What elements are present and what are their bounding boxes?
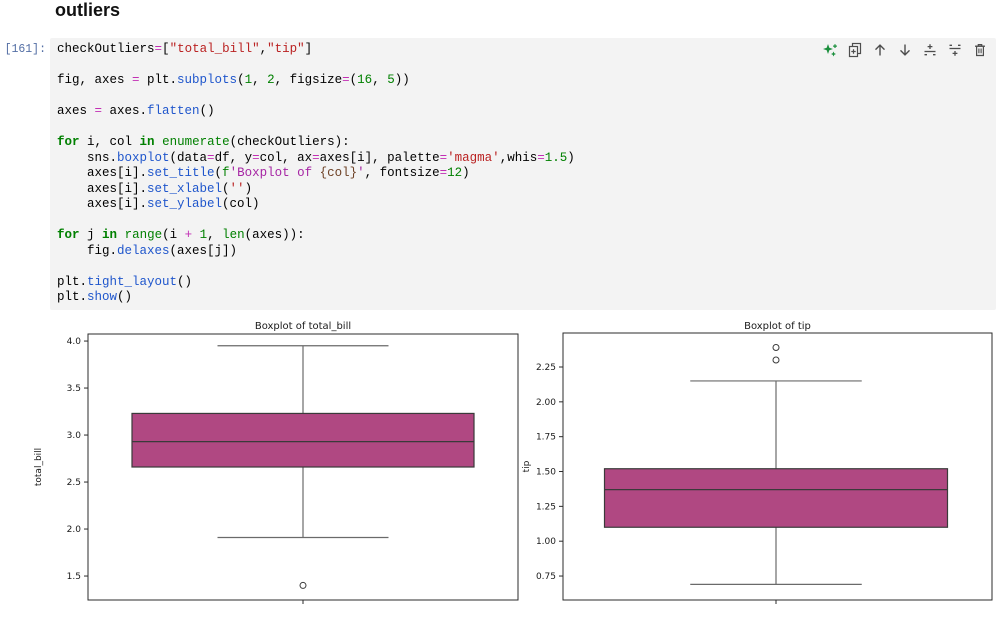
insert-cell-above-icon[interactable] [921,41,938,58]
outlier-point [299,581,307,589]
code-line: fig, axes = plt.subplots(1, 2, figsize=(… [57,73,410,87]
outlier-point [772,356,780,364]
y-axis-label: tip [522,460,532,472]
y-tick-label: 1.75 [536,433,556,443]
notebook-page: outliers [161]: checkOutliers=["total_bi… [0,0,1000,617]
y-tick-label: 1.00 [536,537,556,547]
code-editor[interactable]: checkOutliers=["total_bill","tip"] fig, … [57,42,989,308]
boxplot-figure-total_bill: 1.5 2.0 2.5 3.0 3.5 4.0 Boxplot of total_billt… [34,321,519,604]
y-tick-label: 2.5 [67,478,81,488]
code-line: plt.show() [57,290,133,304]
y-tick-label: 1.25 [536,502,556,512]
code-line: axes[i].set_xlabel('') [57,181,253,196]
delete-cell-icon[interactable] [971,41,988,58]
code-line: for j in range(i + 1, len(axes)): [57,228,305,242]
axes-spines [87,333,519,601]
y-tick-label: 3.5 [67,384,81,394]
move-cell-up-icon[interactable] [871,41,888,58]
code-cell[interactable]: checkOutliers=["total_bill","tip"] fig, … [50,38,996,310]
code-line: sns.boxplot(data=df, y=col, ax=axes[i], … [57,150,575,165]
execution-count: [161]: [4,43,46,56]
iqr-box [603,468,949,528]
code-line: plt.tight_layout() [57,274,193,289]
y-tick-label: 4.0 [67,337,82,347]
plot-title: Boxplot of tip [744,321,811,332]
code-line: axes[i].set_ylabel(col) [57,197,260,211]
markdown-heading: outliers [55,0,121,20]
ai-sparkle-icon[interactable] [821,41,838,58]
move-cell-down-icon[interactable] [896,41,913,58]
iqr-box [131,412,475,468]
duplicate-cell-icon[interactable] [846,41,863,58]
insert-cell-below-icon[interactable] [946,41,963,58]
y-tick-label: 1.5 [67,572,81,582]
cell-toolbar [821,41,988,58]
y-tick-label: 3.0 [67,431,82,441]
boxplot-figure-tip: 0.75 1.00 1.25 1.50 1.75 2.00 2.25 Boxplot of t… [522,321,993,604]
y-axis-label: total_bill [34,448,44,486]
y-tick-label: 2.00 [536,398,556,408]
code-line: fig.delaxes(axes[j]) [57,243,238,258]
y-tick-label: 0.75 [536,572,556,582]
outlier-point [772,343,780,351]
plot-title: Boxplot of total_bill [255,321,351,332]
y-tick-label: 2.25 [536,363,556,373]
axes-spines [562,332,993,601]
y-tick-label: 2.0 [67,525,82,535]
code-line: axes[i].set_title(f'Boxplot of {col}', f… [57,166,470,180]
y-tick-label: 1.50 [536,468,556,478]
code-line: for i, col in enumerate(checkOutliers): [57,135,350,149]
code-line: axes = axes.flatten() [57,104,215,118]
